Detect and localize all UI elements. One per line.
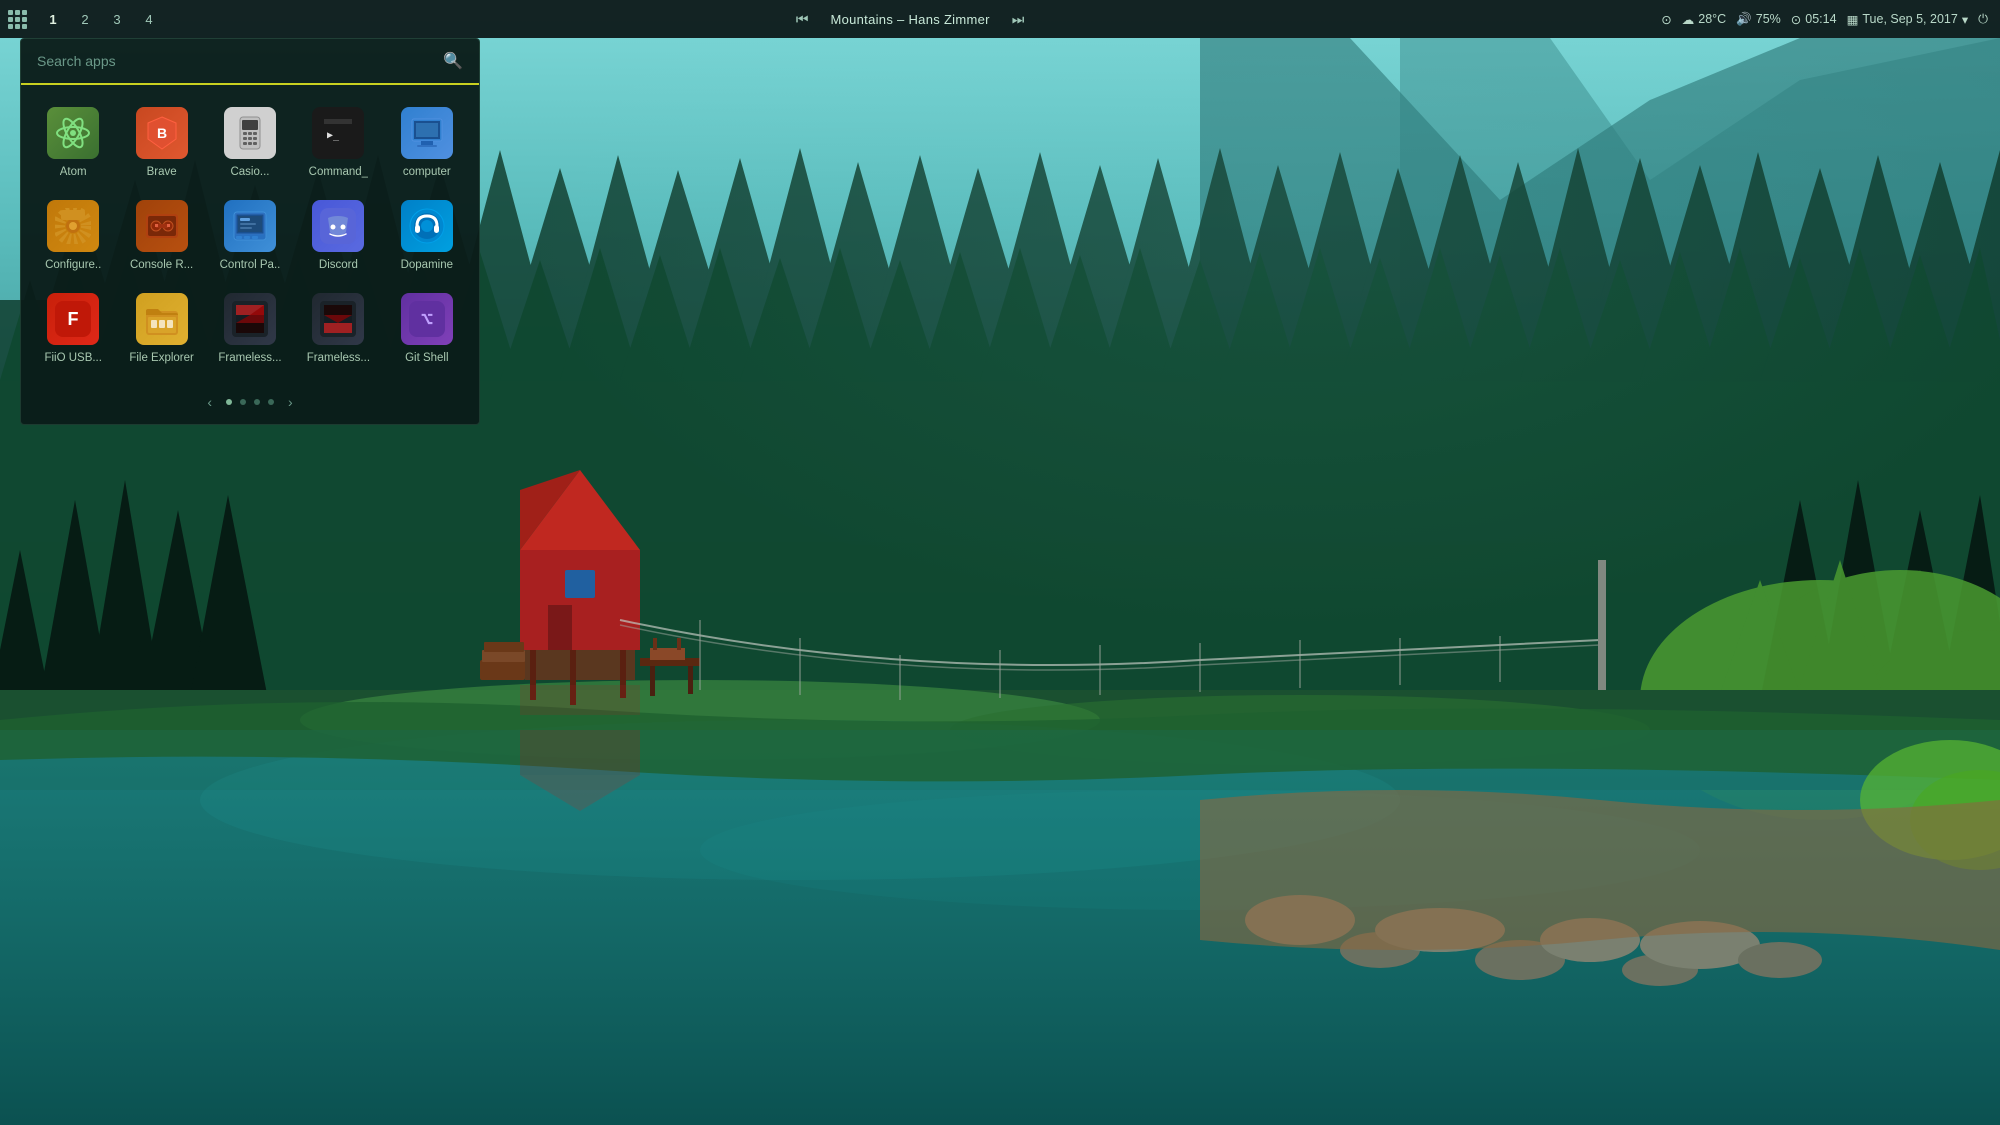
app-label-brave: Brave [147, 165, 177, 180]
network-status: ⊙ [1661, 12, 1671, 27]
app-icon-computer [401, 107, 453, 159]
app-item-frameless1[interactable]: Frameless... [206, 283, 294, 376]
media-prev-button[interactable]: ⏮ [790, 9, 815, 30]
app-label-dopamine: Dopamine [401, 258, 453, 273]
app-item-gitshell[interactable]: ⌥ Git Shell [383, 283, 471, 376]
app-item-atom[interactable]: Atom [29, 97, 117, 190]
app-label-casio: Casio... [230, 165, 269, 180]
power-icon: ⏻ [1978, 12, 1988, 27]
app-icon-frameless1 [224, 293, 276, 345]
page-dot-2[interactable] [240, 399, 246, 405]
app-item-console[interactable]: Console R... [117, 190, 205, 283]
app-label-frameless1: Frameless... [218, 351, 281, 366]
app-label-discord: Discord [319, 258, 358, 273]
app-item-discord[interactable]: Discord [294, 190, 382, 283]
weather-icon: ☁ [1682, 12, 1695, 27]
page-prev-button[interactable]: ‹ [201, 392, 218, 412]
app-icon-console [136, 200, 188, 252]
app-item-brave[interactable]: B Brave [117, 97, 205, 190]
workspace-1-button[interactable]: 1 [39, 5, 67, 33]
app-item-dopamine[interactable]: Dopamine [383, 190, 471, 283]
app-icon-dopamine [401, 200, 453, 252]
clock: ⊙ 05:14 [1791, 12, 1837, 27]
page-dot-1[interactable] [226, 399, 232, 405]
app-item-fiio[interactable]: F FiiO USB... [29, 283, 117, 376]
app-label-configure: Configure.. [45, 258, 101, 273]
app-icon-casio [224, 107, 276, 159]
apps-grid: Atom B Brave [21, 85, 479, 388]
svg-text:F: F [68, 309, 79, 329]
taskbar-left: 1 2 3 4 [0, 5, 171, 33]
pagination: ‹ › [21, 392, 479, 412]
workspace-4-button[interactable]: 4 [135, 5, 163, 33]
dropdown-arrow[interactable]: ▾ [1962, 12, 1968, 27]
apps-grid-icon[interactable] [8, 10, 27, 29]
volume-icon: 🔊 [1736, 12, 1752, 27]
volume-info[interactable]: 🔊 75% [1736, 12, 1781, 27]
app-label-command: Command_ [309, 165, 368, 180]
svg-text:B: B [157, 125, 167, 141]
temperature: 28°C [1698, 12, 1726, 26]
search-bar: 🔍 [21, 39, 479, 85]
app-icon-command: ▶_ [312, 107, 364, 159]
page-dot-3[interactable] [254, 399, 260, 405]
svg-text:⌥: ⌥ [421, 307, 433, 331]
app-item-control[interactable]: Control Pa.. [206, 190, 294, 283]
calendar-icon: ▦ [1847, 12, 1859, 27]
app-label-computer: computer [403, 165, 451, 180]
song-title: Mountains – Hans Zimmer [830, 12, 989, 27]
app-icon-gitshell: ⌥ [401, 293, 453, 345]
search-input[interactable] [37, 53, 443, 69]
app-icon-frameless2 [312, 293, 364, 345]
app-label-fiio: FiiO USB... [44, 351, 102, 366]
clock-icon: ⊙ [1791, 12, 1801, 27]
volume-level: 75% [1756, 12, 1781, 26]
app-label-atom: Atom [60, 165, 87, 180]
app-item-configure[interactable]: Configure.. [29, 190, 117, 283]
app-icon-fileexplorer [136, 293, 188, 345]
app-icon-fiio: F [47, 293, 99, 345]
page-dot-4[interactable] [268, 399, 274, 405]
app-icon-brave: B [136, 107, 188, 159]
search-icon[interactable]: 🔍 [443, 51, 463, 71]
app-label-fileexplorer: File Explorer [129, 351, 194, 366]
weather-info: ☁ 28°C [1682, 12, 1726, 27]
app-item-command[interactable]: ▶_ Command_ [294, 97, 382, 190]
media-next-button[interactable]: ⏭ [1006, 9, 1031, 30]
app-icon-configure [47, 200, 99, 252]
app-label-gitshell: Git Shell [405, 351, 448, 366]
time-display: 05:14 [1805, 12, 1836, 26]
workspace-2-button[interactable]: 2 [71, 5, 99, 33]
taskbar: 1 2 3 4 ⏮ Mountains – Hans Zimmer ⏭ ⊙ ☁ … [0, 0, 2000, 38]
app-label-console: Console R... [130, 258, 193, 273]
taskbar-right: ⊙ ☁ 28°C 🔊 75% ⊙ 05:14 ▦ Tue, Sep 5, 201… [1649, 12, 2000, 27]
power-button[interactable]: ⏻ [1978, 12, 1988, 27]
taskbar-center: ⏮ Mountains – Hans Zimmer ⏭ [171, 9, 1649, 30]
app-item-frameless2[interactable]: Frameless... [294, 283, 382, 376]
app-item-fileexplorer[interactable]: File Explorer [117, 283, 205, 376]
app-label-frameless2: Frameless... [307, 351, 370, 366]
date-display: Tue, Sep 5, 2017 [1862, 12, 1957, 26]
workspace-3-button[interactable]: 3 [103, 5, 131, 33]
app-item-computer[interactable]: computer [383, 97, 471, 190]
app-icon-discord [312, 200, 364, 252]
date-info: ▦ Tue, Sep 5, 2017 ▾ [1847, 12, 1969, 27]
network-icon: ⊙ [1661, 12, 1671, 27]
app-launcher: 🔍 Atom B Brave [20, 38, 480, 425]
app-item-casio[interactable]: Casio... [206, 97, 294, 190]
app-icon-control [224, 200, 276, 252]
app-label-control: Control Pa.. [220, 258, 281, 273]
svg-text:▶_: ▶_ [327, 130, 340, 141]
page-next-button[interactable]: › [282, 392, 299, 412]
app-icon-atom [47, 107, 99, 159]
